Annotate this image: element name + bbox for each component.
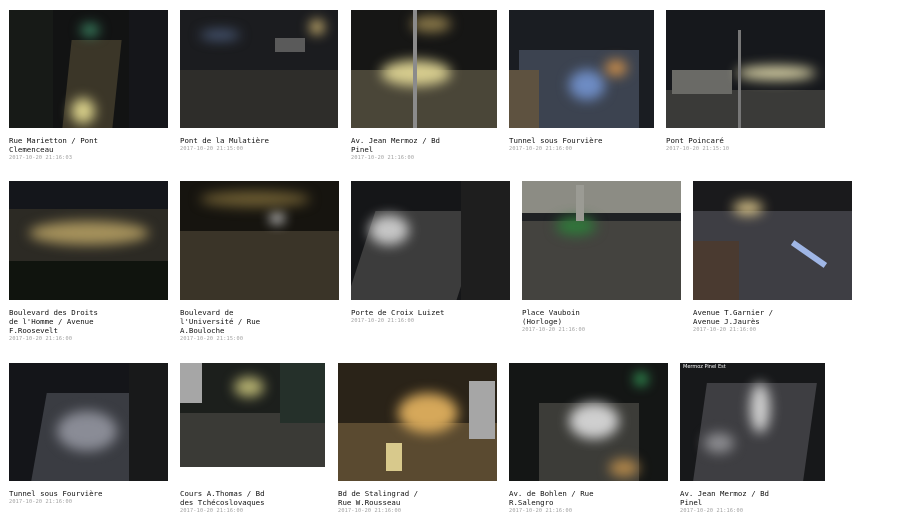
- camera-image[interactable]: Mermoz Pinel Est: [680, 363, 825, 481]
- camera-tile: Av. de Bohlen / Rue R.Salengro 2017-10-2…: [509, 363, 668, 515]
- camera-tile: Av. Jean Mermoz / Bd Pinel 2017-10-20 21…: [351, 10, 497, 162]
- camera-name[interactable]: Tunnel sous Fourvière: [509, 136, 654, 145]
- camera-name[interactable]: Cours A.Thomas / Bd des Tchécoslovaques: [180, 489, 325, 507]
- camera-tile: Porte de Croix Luizet 2017-10-20 21:16:0…: [351, 181, 510, 325]
- camera-tile: Boulevard des Droits de l'Homme / Avenue…: [9, 181, 168, 343]
- camera-image[interactable]: [351, 181, 510, 300]
- camera-image[interactable]: [180, 363, 325, 467]
- camera-timestamp: 2017-10-20 21:15:10: [666, 146, 730, 152]
- camera-name[interactable]: Porte de Croix Luizet: [351, 308, 510, 317]
- camera-image[interactable]: [509, 10, 654, 128]
- camera-name[interactable]: Avenue T.Garnier / Avenue J.Jaurès: [693, 308, 852, 326]
- camera-tile: Rue Marietton / Pont Clemenceau 2017-10-…: [9, 10, 168, 162]
- camera-timestamp: 2017-10-20 21:16:00: [180, 508, 244, 514]
- camera-image[interactable]: [9, 181, 168, 300]
- camera-image[interactable]: [666, 10, 825, 128]
- camera-name[interactable]: Tunnel sous Fourvière: [9, 489, 168, 498]
- camera-name[interactable]: Av. de Bohlen / Rue R.Salengro: [509, 489, 668, 507]
- camera-name[interactable]: Bd de Stalingrad / Rue W.Rousseau: [338, 489, 497, 507]
- camera-tile: Mermoz Pinel Est Av. Jean Mermoz / Bd Pi…: [680, 363, 825, 515]
- camera-image[interactable]: [9, 10, 168, 128]
- camera-tile: Cours A.Thomas / Bd des Tchécoslovaques …: [180, 363, 325, 515]
- camera-image[interactable]: [338, 363, 497, 481]
- camera-tile: Pont de la Mulatière 2017-10-20 21:15:00: [180, 10, 338, 153]
- camera-name[interactable]: Place Vauboin (Horloge): [522, 308, 681, 326]
- camera-image[interactable]: [180, 10, 338, 128]
- camera-timestamp: 2017-10-20 21:16:00: [509, 508, 573, 514]
- camera-image[interactable]: [509, 363, 668, 481]
- camera-image[interactable]: [693, 181, 852, 300]
- camera-tile: Avenue T.Garnier / Avenue J.Jaurès 2017-…: [693, 181, 852, 334]
- camera-timestamp: 2017-10-20 21:15:00: [180, 336, 244, 342]
- camera-timestamp: 2017-10-20 21:16:00: [351, 155, 415, 161]
- camera-timestamp: 2017-10-20 21:16:00: [509, 146, 573, 152]
- camera-name[interactable]: Pont de la Mulatière: [180, 136, 338, 145]
- camera-image[interactable]: [522, 181, 681, 300]
- camera-name[interactable]: Av. Jean Mermoz / Bd Pinel: [351, 136, 497, 154]
- camera-tile: Boulevard de l'Université / Rue A.Bouloc…: [180, 181, 339, 343]
- camera-name[interactable]: Boulevard des Droits de l'Homme / Avenue…: [9, 308, 168, 335]
- camera-timestamp: 2017-10-20 21:16:00: [9, 336, 73, 342]
- camera-timestamp: 2017-10-20 21:16:00: [522, 327, 586, 333]
- camera-tile: Tunnel sous Fourvière 2017-10-20 21:16:0…: [9, 363, 168, 506]
- camera-tile: Pont Poincaré 2017-10-20 21:15:10: [666, 10, 825, 153]
- camera-timestamp: 2017-10-20 21:16:00: [693, 327, 757, 333]
- camera-image[interactable]: [180, 181, 339, 300]
- camera-timestamp: 2017-10-20 21:16:00: [680, 508, 744, 514]
- camera-name[interactable]: Av. Jean Mermoz / Bd Pinel: [680, 489, 825, 507]
- camera-name[interactable]: Boulevard de l'Université / Rue A.Bouloc…: [180, 308, 339, 335]
- camera-tile: Bd de Stalingrad / Rue W.Rousseau 2017-1…: [338, 363, 497, 515]
- camera-timestamp: 2017-10-20 21:16:00: [351, 318, 415, 324]
- camera-tile: Tunnel sous Fourvière 2017-10-20 21:16:0…: [509, 10, 654, 153]
- camera-image[interactable]: [9, 363, 168, 481]
- camera-timestamp: 2017-10-20 21:16:00: [338, 508, 402, 514]
- camera-image[interactable]: [351, 10, 497, 128]
- camera-name[interactable]: Rue Marietton / Pont Clemenceau: [9, 136, 168, 154]
- camera-overlay-label: Mermoz Pinel Est: [683, 364, 726, 370]
- camera-timestamp: 2017-10-20 21:16:03: [9, 155, 73, 161]
- camera-tile: Place Vauboin (Horloge) 2017-10-20 21:16…: [522, 181, 681, 334]
- camera-name[interactable]: Pont Poincaré: [666, 136, 825, 145]
- camera-timestamp: 2017-10-20 21:15:00: [180, 146, 244, 152]
- camera-timestamp: 2017-10-20 21:16:00: [9, 499, 73, 505]
